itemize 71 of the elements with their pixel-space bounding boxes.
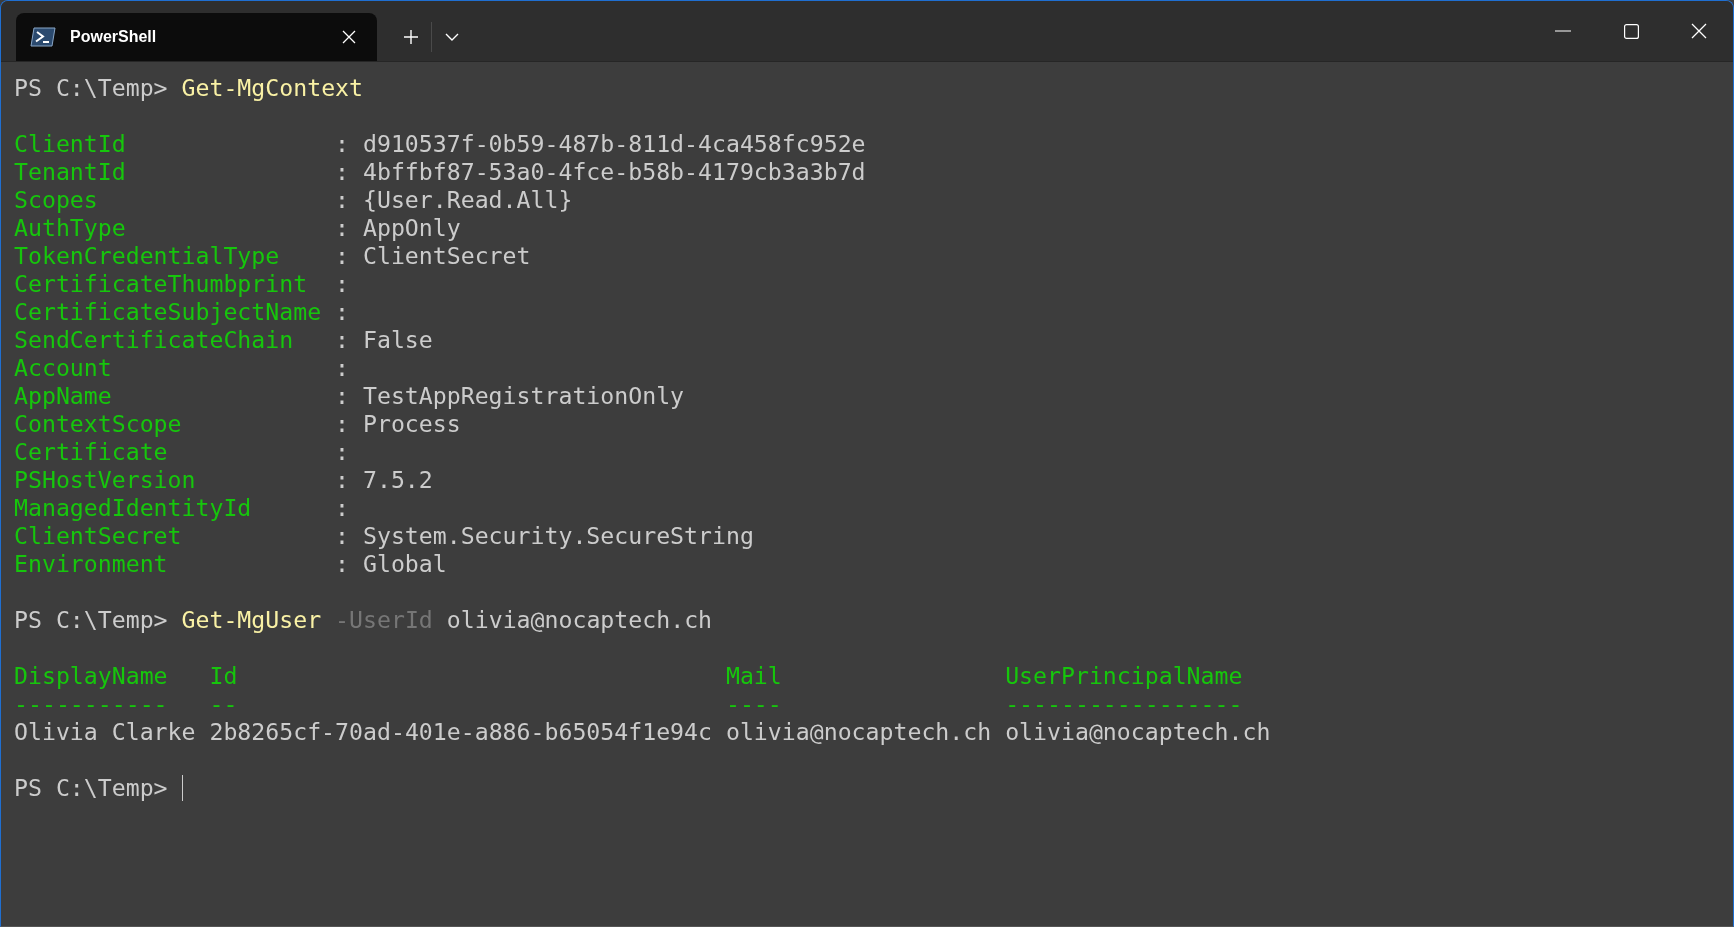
minimize-icon [1555, 30, 1571, 32]
property-name: ContextScope [14, 410, 183, 438]
colon-separator: : [335, 522, 351, 550]
property-value: 4bffbf87-53a0-4fce-b58b-4179cb3a3b7d [363, 158, 867, 186]
property-name: CertificateSubjectName [14, 298, 323, 326]
command-text: Get-MgContext [181, 74, 363, 101]
colon-separator: : [335, 466, 351, 494]
header-underline: -- [209, 690, 239, 718]
property-name: Account [14, 354, 113, 382]
property-name: PSHostVersion [14, 466, 197, 494]
column-header: DisplayName [14, 662, 169, 690]
table-cell: olivia@nocaptech.ch [1005, 718, 1271, 746]
property-value: Global [363, 550, 448, 578]
property-value: False [363, 326, 434, 354]
property-name: Certificate [14, 438, 169, 466]
colon-separator: : [335, 354, 351, 382]
close-icon [342, 30, 356, 44]
colon-separator: : [335, 438, 351, 466]
colon-separator: : [335, 158, 351, 186]
column-header: UserPrincipalName [1005, 662, 1244, 690]
property-name: Environment [14, 550, 169, 578]
argument-text: olivia@nocaptech.ch [446, 606, 713, 633]
table-cell-text: 2b8265cf-70ad-401e-a886-b65054f1e94c [209, 718, 713, 746]
property-name: ClientSecret [14, 522, 183, 550]
maximize-icon [1623, 23, 1639, 39]
column-header: Id [209, 662, 239, 690]
table-cell-text: Olivia Clarke [14, 718, 197, 746]
header-underline: ----------------- [1005, 690, 1244, 718]
header-underline: ----------- [14, 690, 169, 718]
property-value: TestAppRegistrationOnly [363, 382, 686, 410]
property-value: {User.Read.All} [363, 186, 574, 214]
colon-separator: : [335, 270, 351, 298]
property-name: SendCertificateChain [14, 326, 295, 354]
table-cell-text: olivia@nocaptech.ch [725, 718, 993, 746]
colon-separator: : [335, 494, 351, 522]
property-value: System.Security.SecureString [363, 522, 755, 550]
tab[interactable]: PowerShell [16, 13, 377, 61]
colon-separator: : [335, 298, 351, 326]
caret-icon [445, 33, 459, 41]
property-name: ClientId [14, 130, 127, 158]
colon-separator: : [335, 214, 351, 242]
close-icon [1691, 23, 1707, 39]
terminal-icon [30, 27, 56, 47]
property-value: ClientSecret [363, 242, 532, 270]
property-name: CertificateThumbprint [14, 270, 309, 298]
property-name: TokenCredentialType [14, 242, 281, 270]
parameter-text: -UserId [335, 606, 433, 633]
prompt-text: PS C:\Temp> [14, 74, 168, 101]
command-text: Get-MgUser [181, 606, 322, 633]
colon-separator: : [335, 130, 351, 158]
property-name: Scopes [14, 186, 99, 214]
text-cursor [181, 775, 183, 801]
property-name: AuthType [14, 214, 127, 242]
colon-separator: : [335, 382, 351, 410]
colon-separator: : [335, 326, 351, 354]
property-value: Process [363, 410, 462, 438]
colon-separator: : [335, 410, 351, 438]
property-name: AppName [14, 382, 113, 410]
property-value: d910537f-0b59-487b-811d-4ca458fc952e [363, 130, 867, 158]
column-header: Mail [725, 662, 783, 690]
header-underline: ---- [725, 690, 783, 718]
colon-separator: : [335, 550, 351, 578]
property-value: AppOnly [363, 214, 462, 242]
property-name: TenantId [14, 158, 127, 186]
colon-separator: : [335, 242, 351, 270]
prompt-text: PS C:\Temp> [14, 774, 168, 801]
property-name: ManagedIdentityId [14, 494, 253, 522]
prompt-text: PS C:\Temp> [14, 606, 168, 633]
colon-separator: : [335, 186, 351, 214]
property-value: 7.5.2 [363, 466, 434, 494]
plus-icon [403, 29, 419, 45]
